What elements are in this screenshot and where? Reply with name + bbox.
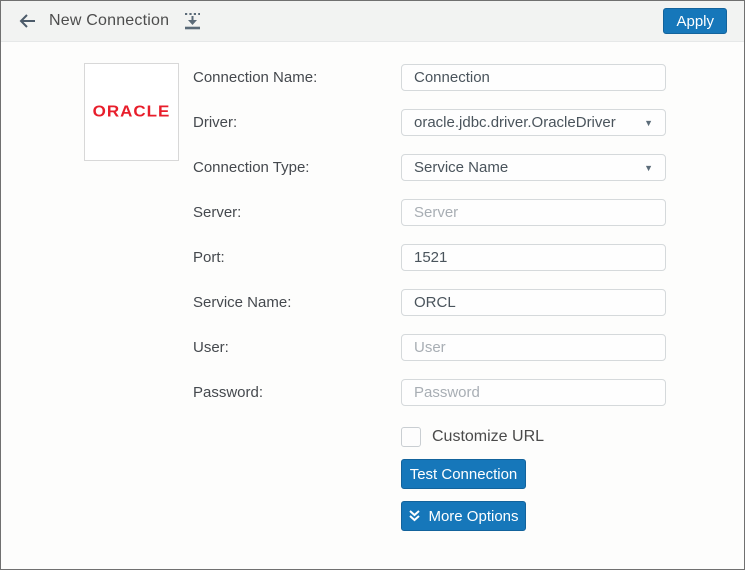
driver-select[interactable]: oracle.jdbc.driver.OracleDriver ▼ — [401, 109, 666, 136]
new-connection-dialog: New Connection Apply ORACLE Connection N… — [0, 0, 745, 570]
customize-url-row: Customize URL — [193, 415, 666, 459]
server-label: Server: — [193, 204, 242, 221]
more-options-button[interactable]: More Options — [401, 501, 526, 531]
import-connection-button[interactable] — [182, 12, 202, 31]
dialog-header: New Connection Apply — [1, 1, 744, 42]
oracle-logo: ORACLE — [92, 102, 171, 121]
test-connection-label: Test Connection — [409, 465, 518, 483]
form-row: Server: — [193, 190, 666, 235]
service-name-label: Service Name: — [193, 294, 292, 311]
connection-type-label: Connection Type: — [193, 159, 310, 176]
connection-name-label: Connection Name: — [193, 69, 318, 86]
user-input[interactable] — [401, 334, 666, 361]
connection-form: Connection Name: Driver: oracle.jdbc.dri… — [193, 55, 666, 531]
import-connection-icon — [185, 12, 201, 29]
connection-name-input[interactable] — [401, 64, 666, 91]
test-connection-button[interactable]: Test Connection — [401, 459, 526, 489]
driver-label: Driver: — [193, 114, 238, 131]
form-row: Connection Name: — [193, 55, 666, 100]
form-row: Driver: oracle.jdbc.driver.OracleDriver … — [193, 100, 666, 145]
port-label: Port: — [193, 249, 225, 266]
apply-button[interactable]: Apply — [663, 8, 727, 34]
port-input[interactable] — [401, 244, 666, 271]
password-label: Password: — [193, 384, 264, 401]
form-row: User: — [193, 325, 666, 370]
double-chevron-down-icon — [408, 509, 421, 523]
connection-type-select[interactable]: Service Name ▼ — [401, 154, 666, 181]
customize-url-checkbox[interactable] — [401, 427, 421, 447]
server-input[interactable] — [401, 199, 666, 226]
form-row: Service Name: — [193, 280, 666, 325]
form-row: Password: — [193, 370, 666, 415]
page-title: New Connection — [49, 12, 170, 29]
chevron-down-icon: ▼ — [644, 162, 653, 173]
driver-logo: ORACLE — [84, 63, 179, 161]
service-name-input[interactable] — [401, 289, 666, 316]
arrow-left-icon — [19, 14, 35, 28]
more-options-label: More Options — [428, 507, 519, 525]
driver-select-value: oracle.jdbc.driver.OracleDriver — [414, 114, 616, 131]
connection-type-select-value: Service Name — [414, 159, 509, 176]
user-label: User: — [193, 339, 229, 356]
chevron-down-icon: ▼ — [644, 117, 653, 128]
form-actions: Test Connection More Options — [401, 459, 666, 531]
customize-url-label: Customize URL — [432, 428, 545, 445]
password-input[interactable] — [401, 379, 666, 406]
back-button[interactable] — [18, 13, 37, 29]
form-row: Port: — [193, 235, 666, 280]
form-row: Connection Type: Service Name ▼ — [193, 145, 666, 190]
